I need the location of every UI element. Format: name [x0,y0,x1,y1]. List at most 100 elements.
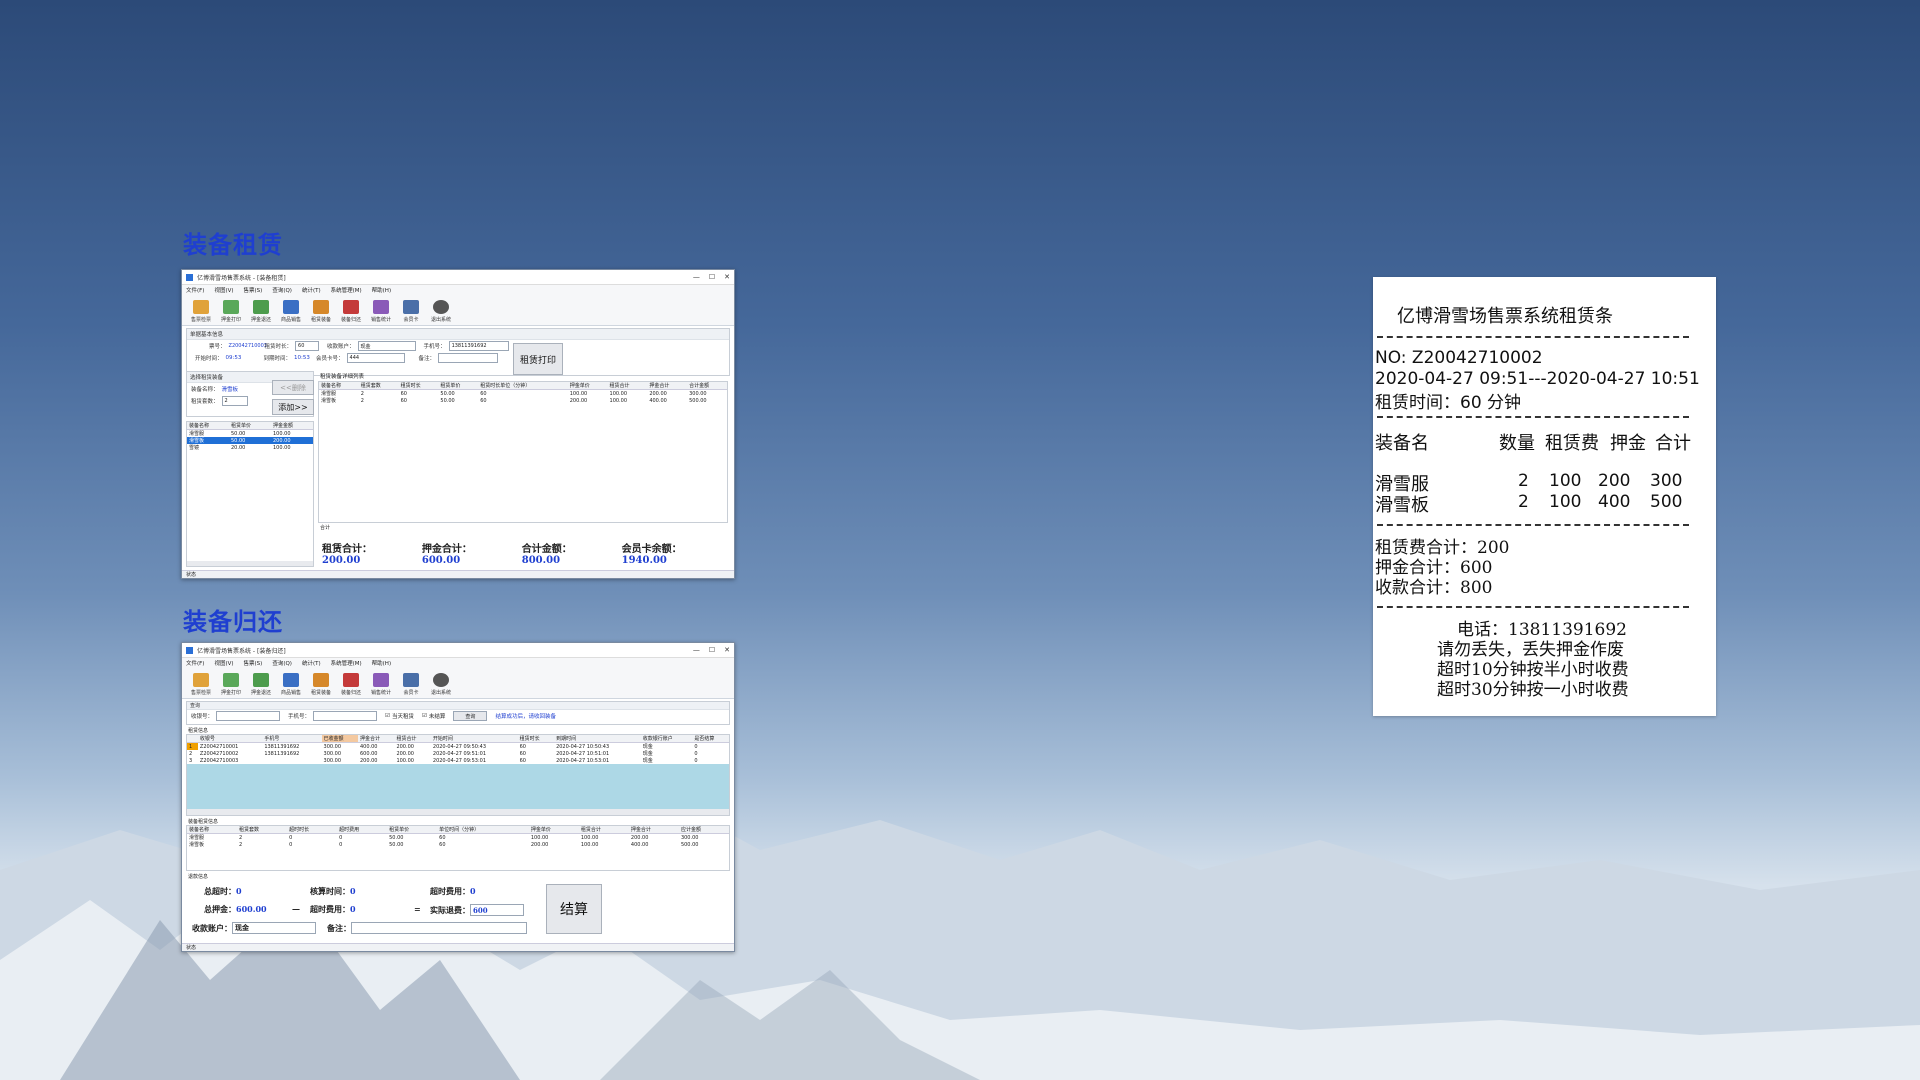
receipt-item-total: 500 [1650,492,1683,512]
menu-view[interactable]: 视图(V) [214,659,233,667]
menu-view[interactable]: 视图(V) [214,286,233,294]
stats-icon [373,300,389,314]
toolbar-member-button[interactable]: 会员卡 [396,300,426,323]
menu-system[interactable]: 系统管理(M) [331,286,362,294]
toolbar-goods-button[interactable]: 商品销售 [276,673,306,696]
receipt-notice-overtime-30: 超时30分钟按一小时收费 [1437,680,1629,700]
toolbar-deposit-refund-button[interactable]: 押金退还 [246,300,276,323]
calc-time-value: 0 [350,886,356,896]
maximize-icon[interactable]: ☐ [709,273,715,281]
toolbar-deposit-refund-button[interactable]: 押金退还 [246,673,276,696]
window-title: 亿博滑雪场售票系统 - [装备租赁] [197,274,286,282]
status-bar: 状态 [182,943,734,951]
toolbar-stats-button[interactable]: 销售统计 [366,673,396,696]
receipt-col-fee: 租赁费 [1545,433,1599,454]
menu-stats[interactable]: 统计(T) [302,659,321,667]
close-icon[interactable]: ✕ [724,646,730,654]
ticket-number: Z20042710003 [228,343,267,349]
table-row[interactable]: 1 Z20042710001 13811391692 300.00 400.00 20… [187,742,729,750]
toolbar-deposit-print-button[interactable]: 押金打印 [216,673,246,696]
rental-section-title: 装备租赁 [183,230,283,259]
menu-file[interactable]: 文件(F) [186,286,204,294]
rent-duration-field[interactable]: 60 [295,341,320,351]
account-select[interactable]: 现金 [232,922,316,934]
list-item[interactable]: 雪镜 20.00 100.00 [187,444,313,452]
toolbar: 售票检票 押金打印 押金退还 商品销售 租赁装备 装备归还 销售统计 会员卡 退… [182,295,734,326]
close-icon[interactable]: ✕ [724,273,730,281]
query-button[interactable]: 查询 [453,711,488,721]
app-icon [186,646,193,654]
table-row[interactable]: 滑雪服 2 60 50.00 60 100.00 100.00 200.00 300.00 [319,390,727,398]
toolbar-exit-button[interactable]: 退出系统 [426,300,456,323]
toolbar-return-button[interactable]: 装备归还 [336,300,366,323]
menu-query[interactable]: 查询(Q) [272,659,292,667]
status-bar: 状态 [182,570,734,578]
toolbar-return-button[interactable]: 装备归还 [336,673,366,696]
table-row[interactable]: 滑雪服 2 0 0 50.00 60 100.00 100.00 200.00 300.00 [187,834,729,842]
title-bar: 亿博滑雪场售票系统 - [装备归还] — ☐ ✕ [182,643,734,658]
basic-info-group: 单据基本信息 票号： Z20042710003 租赁时长： 60 收款账户： 现… [186,328,730,376]
rental-info-table: 收银号 手机号 已收金额 押金合计 租赁合计 开始时间 租赁时长 到期时间 收款银行账户是… [186,734,730,816]
menu-query[interactable]: 查询(Q) [272,286,292,294]
toolbar-rent-button[interactable]: 租赁装备 [306,300,336,323]
receipt-col-qty: 数量 [1499,433,1535,454]
ticket-icon [193,673,209,687]
menu-help[interactable]: 帮助(H) [372,659,391,667]
shop-icon [283,300,299,314]
list-item[interactable]: 滑雪服 50.00 100.00 [187,430,313,438]
maximize-icon[interactable]: ☐ [709,646,715,654]
receipt-paid-total: 收款合计：800 [1375,578,1493,598]
amount-total: 800.00 [521,555,561,566]
menu-ticket[interactable]: 售票(S) [244,659,263,667]
phone-field[interactable] [313,711,378,721]
return-window: 亿博滑雪场售票系统 - [装备归还] — ☐ ✕ 文件(F) 视图(V) 售票(… [181,642,735,952]
order-number-field[interactable] [216,711,281,721]
return-section-title: 装备归还 [183,607,283,636]
toolbar-stats-button[interactable]: 销售统计 [366,300,396,323]
rent-total: 200.00 [322,555,361,566]
table-row[interactable]: 滑雪板 2 60 50.00 60 200.00 100.00 400.00 500.00 [319,397,727,405]
totals-bar: 租赁合计：200.00 押金合计：600.00 合计金额：800.00 会员卡余… [322,544,682,566]
menu-help[interactable]: 帮助(H) [372,286,391,294]
count-stepper[interactable]: 2 [221,396,248,406]
today-checkbox[interactable]: ☑ [385,713,390,719]
horizontal-scrollbar[interactable] [187,561,313,566]
phone-field[interactable]: 13811391692 [448,341,509,351]
toolbar-goods-button[interactable]: 商品销售 [276,300,306,323]
toolbar-rent-button[interactable]: 租赁装备 [306,673,336,696]
receipt-col-deposit: 押金 [1610,433,1646,454]
toolbar-member-button[interactable]: 会员卡 [396,673,426,696]
member-card-field[interactable]: 444 [346,353,405,363]
table-row[interactable]: 滑雪板 2 0 0 50.00 60 200.00 100.00 400.00 500.00 [187,841,729,849]
add-button[interactable]: 添加>> [272,399,314,415]
menu-stats[interactable]: 统计(T) [302,286,321,294]
receipt-item-fee: 100 [1549,492,1582,512]
list-item-selected[interactable]: 滑雪板 50.00 200.00 [187,437,313,444]
print-icon [223,673,239,687]
minimize-icon[interactable]: — [693,646,700,654]
toolbar-deposit-print-button[interactable]: 押金打印 [216,300,246,323]
receipt-item-qty: 2 [1518,471,1529,491]
toolbar-exit-button[interactable]: 退出系统 [426,673,456,696]
account-select[interactable]: 现金 [357,341,416,351]
receipt-item-total: 300 [1650,471,1683,491]
table-row[interactable]: 3 Z20042710003 300.00 200.00 100.00 2020-04… [187,757,729,765]
note-field[interactable] [351,922,527,934]
note-field[interactable] [438,353,499,363]
table-row[interactable]: 2 Z20042710002 13811391692 300.00 600.00 20… [187,750,729,758]
delete-button[interactable]: <<删除 [272,380,314,395]
horizontal-scrollbar[interactable] [187,809,729,815]
window-title: 亿博滑雪场售票系统 - [装备归还] [197,647,286,655]
toolbar-ticket-button[interactable]: 售票检票 [186,300,216,323]
unsettled-checkbox[interactable]: ☑ [422,713,427,719]
settle-button[interactable]: 结算 [546,884,602,934]
minimize-icon[interactable]: — [693,273,700,281]
toolbar-ticket-button[interactable]: 售票检票 [186,673,216,696]
stats-icon [373,673,389,687]
refund-input[interactable]: 600 [470,904,524,916]
menu-system[interactable]: 系统管理(M) [331,659,362,667]
menu-file[interactable]: 文件(F) [186,659,204,667]
rent-icon [313,673,329,687]
menu-ticket[interactable]: 售票(S) [244,286,263,294]
print-icon [223,300,239,314]
